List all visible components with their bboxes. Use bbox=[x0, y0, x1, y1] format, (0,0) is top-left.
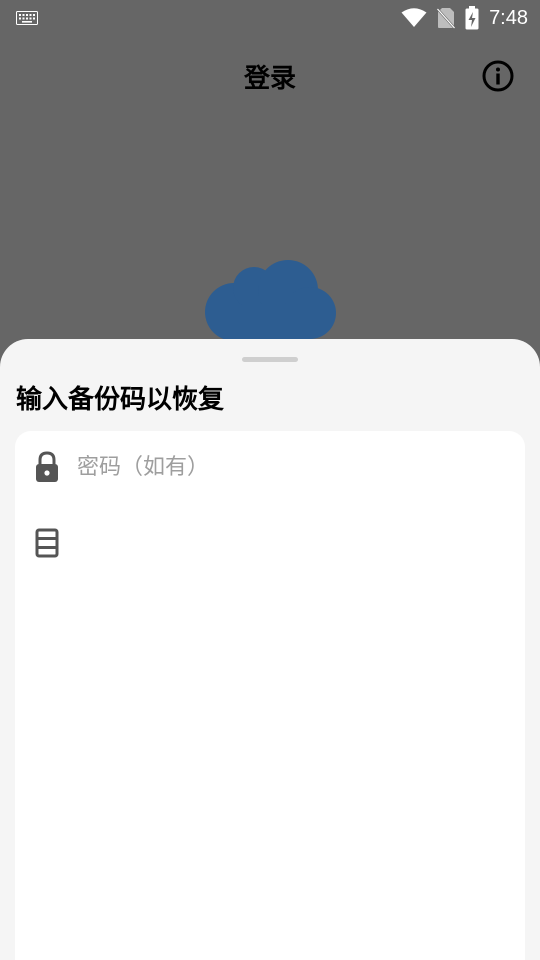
app-bar: 登录 bbox=[0, 36, 540, 120]
wifi-icon bbox=[401, 8, 427, 27]
status-bar: 7:48 bbox=[0, 0, 540, 36]
keyboard-icon bbox=[16, 11, 38, 25]
backup-code-input[interactable] bbox=[77, 530, 507, 556]
status-time: 7:48 bbox=[489, 6, 528, 29]
info-icon[interactable] bbox=[480, 58, 516, 94]
no-sim-icon bbox=[437, 8, 456, 29]
login-screen: 7:48 登录 输入备份码以恢复 bbox=[0, 0, 540, 960]
sheet-title: 输入备份码以恢复 bbox=[16, 385, 225, 415]
password-input[interactable] bbox=[77, 454, 507, 480]
page-title: 登录 bbox=[243, 64, 296, 94]
battery-charging-icon bbox=[465, 6, 479, 30]
backup-code-field-row bbox=[33, 515, 507, 571]
database-icon bbox=[35, 528, 59, 558]
form-card bbox=[15, 431, 525, 960]
lock-icon bbox=[36, 451, 58, 482]
restore-bottom-sheet: 输入备份码以恢复 bbox=[0, 339, 540, 960]
drag-handle[interactable] bbox=[242, 357, 298, 362]
password-field-row bbox=[33, 439, 507, 495]
